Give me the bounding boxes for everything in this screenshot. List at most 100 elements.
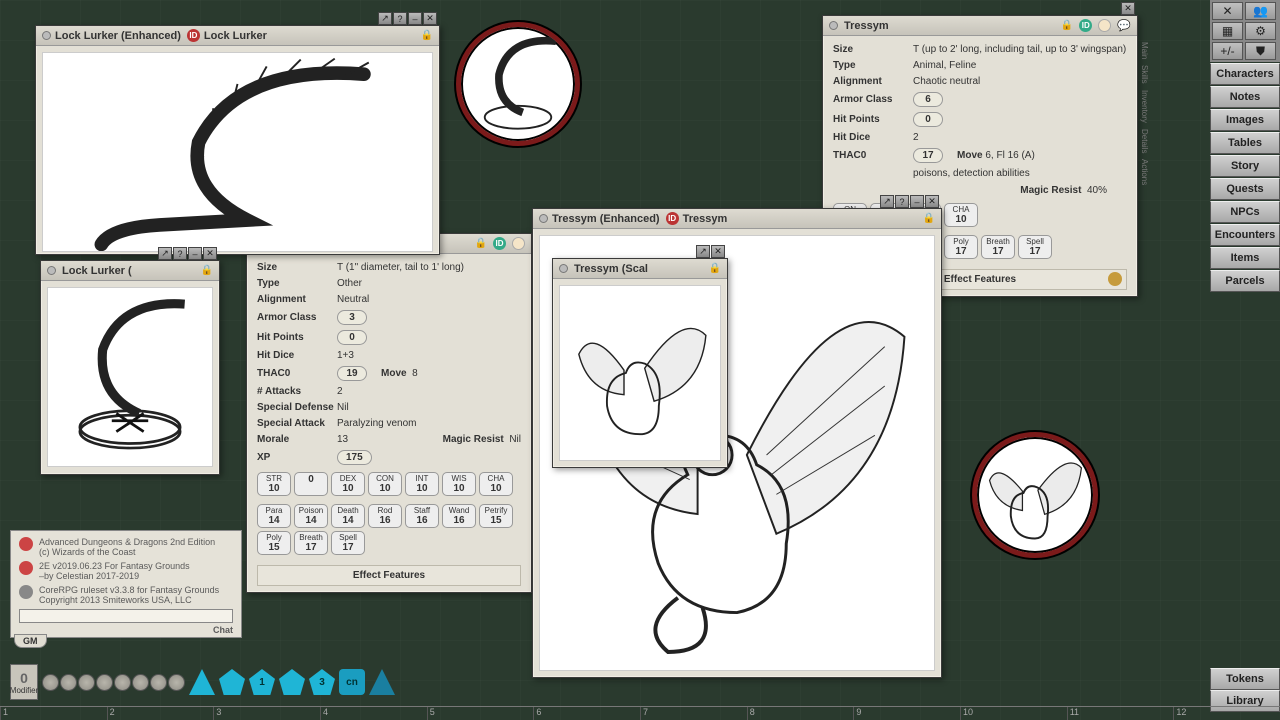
ability-box[interactable]: Death14 [331, 504, 365, 528]
ruler-tick[interactable]: 5 [427, 707, 534, 720]
lock-lurker-sheet-window[interactable]: Lock Lurker 🔒 ID SizeT (1" diameter, tai… [246, 233, 532, 593]
hotkey-slot[interactable] [168, 674, 185, 691]
ability-box[interactable]: Para14 [257, 504, 291, 528]
minus-icon[interactable]: – [910, 195, 924, 208]
lock-icon[interactable]: 🔒 [923, 213, 935, 224]
tools-icon[interactable]: ✕ [1212, 2, 1243, 20]
ability-box[interactable]: Spell17 [1018, 235, 1052, 259]
party-icon[interactable]: 👥 [1245, 2, 1276, 20]
sidebar-encounters[interactable]: Encounters [1210, 224, 1280, 246]
title-bar[interactable]: Tressym (Enhanced) IDTressym 🔒 [533, 209, 941, 229]
ruler-tick[interactable]: 2 [107, 707, 214, 720]
sidebar-images[interactable]: Images [1210, 109, 1280, 131]
hotkey-slot[interactable] [150, 674, 167, 691]
hotkey-slot[interactable] [78, 674, 95, 691]
d12-die[interactable]: 3 [309, 669, 335, 695]
tab-enhanced[interactable]: Tressym (Enhanced) [552, 213, 660, 225]
hotkey-slot[interactable] [42, 674, 59, 691]
d4-die[interactable] [189, 669, 215, 695]
hotkey-slot[interactable] [96, 674, 113, 691]
d20-die[interactable]: cn [339, 669, 365, 695]
d8-die[interactable]: 1 [249, 669, 275, 695]
ac-value[interactable]: 6 [913, 92, 943, 107]
tab-base[interactable]: Tressym [683, 213, 728, 225]
gm-identity[interactable]: GM [14, 634, 47, 648]
tab-inventory[interactable]: Inventory [1140, 90, 1149, 123]
lock-icon[interactable]: 🔒 [201, 265, 213, 276]
shield-icon[interactable]: ⛊ [1245, 42, 1276, 60]
ruler-tick[interactable]: 12 [1173, 707, 1280, 720]
lock-icon[interactable]: 🔒 [709, 263, 721, 274]
id-icon[interactable]: ID [187, 29, 200, 42]
minus-icon[interactable]: – [188, 247, 202, 260]
tab-actions[interactable]: Actions [1140, 159, 1149, 185]
thaco-value[interactable]: 19 [337, 366, 367, 381]
thaco-value[interactable]: 17 [913, 148, 943, 163]
help-icon[interactable]: ? [393, 12, 407, 25]
tressym-token[interactable] [972, 432, 1098, 558]
hotkey-slot[interactable] [114, 674, 131, 691]
effect-features[interactable]: Effect Features [257, 565, 521, 586]
ability-box[interactable]: Petrify15 [479, 504, 513, 528]
popout-icon[interactable]: ↗ [158, 247, 172, 260]
ruler-tick[interactable]: 4 [320, 707, 427, 720]
portrait-icon[interactable] [1098, 19, 1111, 32]
ability-box[interactable]: 0 [294, 472, 328, 496]
ability-box[interactable]: DEX10 [331, 472, 365, 496]
ruler-tick[interactable]: 10 [960, 707, 1067, 720]
link-icon[interactable] [539, 214, 548, 223]
minus-icon[interactable]: – [408, 12, 422, 25]
sidebar-story[interactable]: Story [1210, 155, 1280, 177]
ability-box[interactable]: Poly15 [257, 531, 291, 555]
ruler-tick[interactable]: 3 [213, 707, 320, 720]
title-bar[interactable]: Tressym (Scal 🔒 [553, 259, 727, 279]
sidebar-parcels[interactable]: Parcels [1210, 270, 1280, 292]
edit-icon[interactable] [1108, 272, 1122, 286]
chat-input[interactable] [19, 609, 233, 623]
ability-box[interactable]: Breath17 [981, 235, 1015, 259]
lock-lurker-token[interactable] [456, 22, 580, 146]
d10-die[interactable] [279, 669, 305, 695]
link-icon[interactable] [42, 31, 51, 40]
lock-icon[interactable]: 🔒 [421, 30, 433, 41]
lock-lurker-small-image-window[interactable]: ↗ ? – ✕ Lock Lurker ( 🔒 [40, 260, 220, 475]
title-bar[interactable]: Lock Lurker (Enhanced) IDLock Lurker 🔒 [36, 26, 439, 46]
ruler-tick[interactable]: 8 [747, 707, 854, 720]
hotkey-slot[interactable] [132, 674, 149, 691]
ability-box[interactable]: Breath17 [294, 531, 328, 555]
ability-box[interactable]: Poly17 [944, 235, 978, 259]
modifier-box[interactable]: 0Modifier [10, 664, 38, 700]
ability-box[interactable]: CON10 [368, 472, 402, 496]
ability-box[interactable]: CHA10 [479, 472, 513, 496]
ruler-tick[interactable]: 9 [853, 707, 960, 720]
ability-box[interactable]: INT10 [405, 472, 439, 496]
chat-bubble-icon[interactable]: 💬 [1117, 19, 1131, 32]
help-icon[interactable]: ? [895, 195, 909, 208]
ability-box[interactable]: CHA10 [944, 203, 978, 227]
link-icon[interactable] [559, 264, 568, 273]
xp-value[interactable]: 175 [337, 450, 372, 465]
lock-lurker-image-window[interactable]: ↗ ? – ✕ Lock Lurker (Enhanced) IDLock Lu… [35, 25, 440, 255]
sidebar-tokens[interactable]: Tokens [1210, 668, 1280, 690]
id-badge-icon[interactable]: ID [1079, 19, 1092, 32]
lock-icon[interactable]: 🔒 [475, 238, 487, 249]
link-icon[interactable] [47, 266, 56, 275]
ability-box[interactable]: STR10 [257, 472, 291, 496]
sidebar-notes[interactable]: Notes [1210, 86, 1280, 108]
sidebar-characters[interactable]: Characters [1210, 63, 1280, 85]
ability-box[interactable]: Rod16 [368, 504, 402, 528]
sidebar-items[interactable]: Items [1210, 247, 1280, 269]
ruler-tick[interactable]: 1 [0, 707, 107, 720]
gear-icon[interactable]: ⚙ [1245, 22, 1276, 40]
ruler-tick[interactable]: 6 [533, 707, 640, 720]
id-badge-icon[interactable]: ID [493, 237, 506, 250]
close-icon[interactable]: ✕ [711, 245, 725, 258]
modifier-icon[interactable]: +/- [1212, 42, 1243, 60]
popout-icon[interactable]: ↗ [696, 245, 710, 258]
lock-icon[interactable]: 🔒 [1061, 20, 1073, 31]
title-bar[interactable]: Tressym 🔒 ID 💬 [823, 16, 1137, 36]
tab-details[interactable]: Details [1140, 129, 1149, 153]
tab-base[interactable]: Lock Lurker [204, 30, 267, 42]
close-icon[interactable]: ✕ [203, 247, 217, 260]
close-icon[interactable]: ✕ [925, 195, 939, 208]
